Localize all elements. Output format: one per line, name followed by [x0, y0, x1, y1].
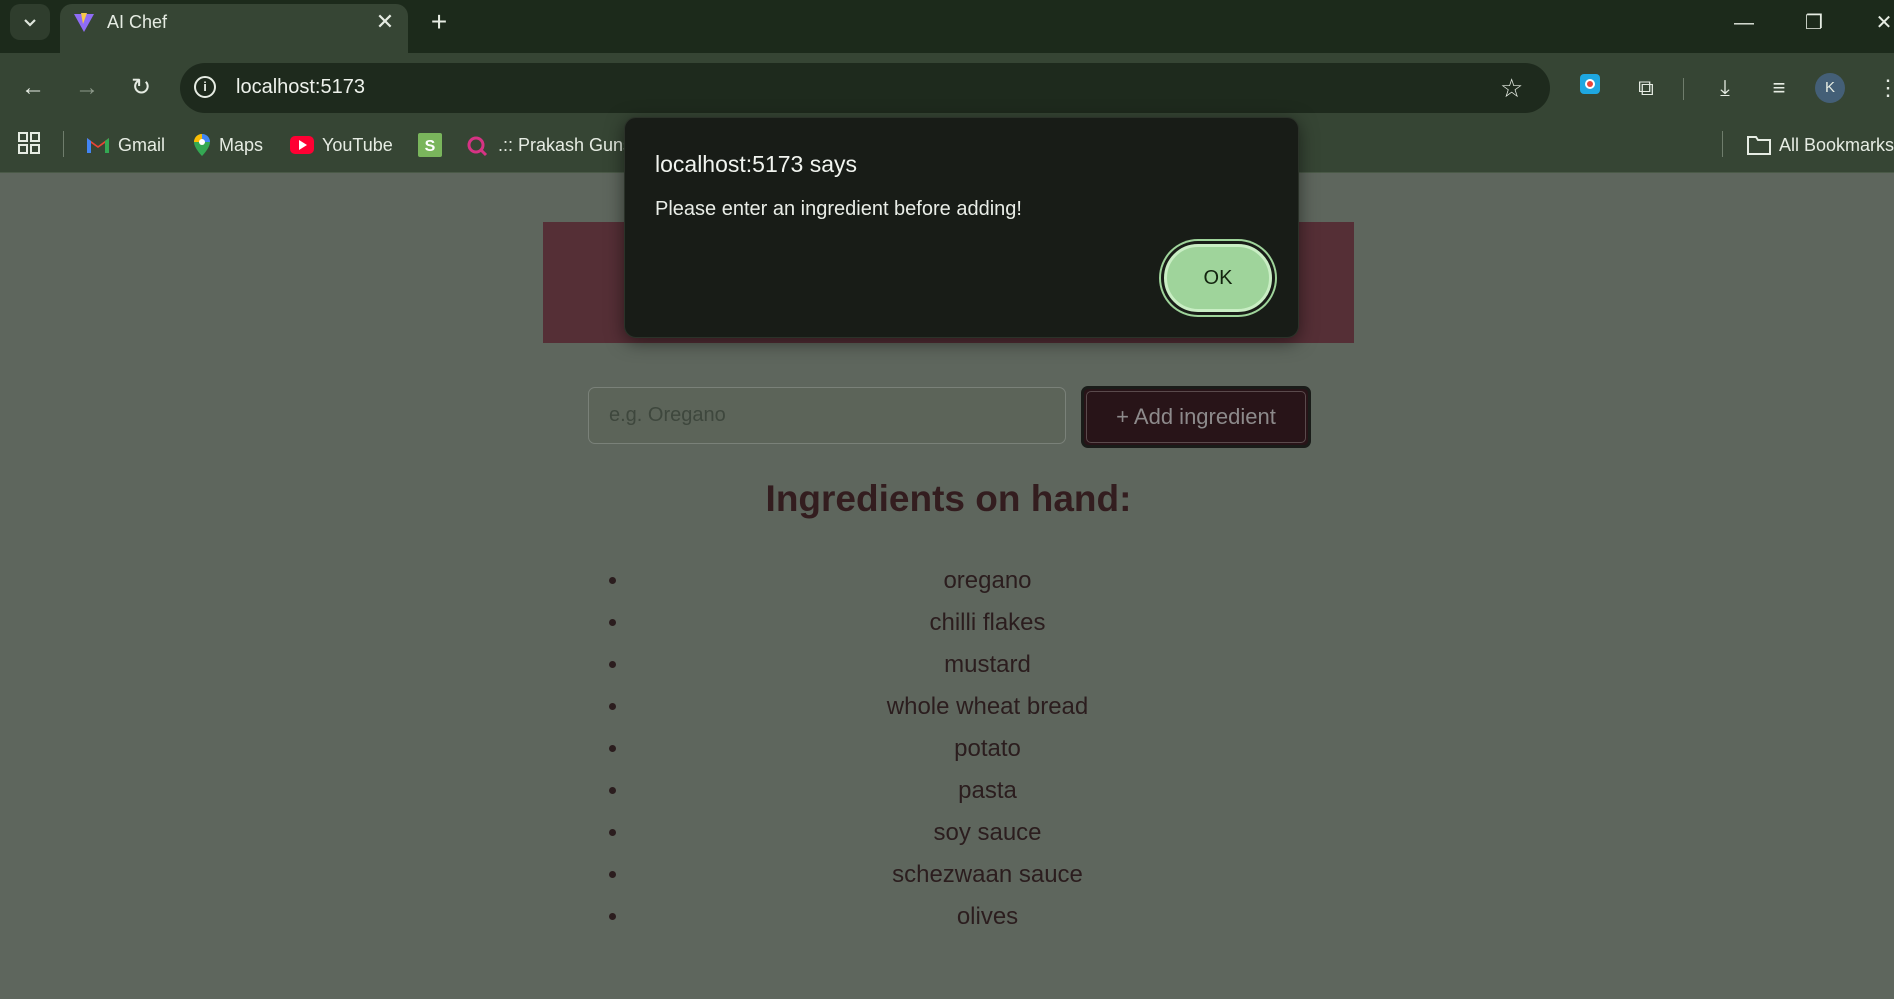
back-arrow-icon[interactable]: ←	[16, 71, 50, 105]
vite-favicon-icon	[74, 13, 94, 32]
shopify-icon: S	[418, 133, 442, 157]
list-item: pasta	[630, 770, 1345, 812]
list-item: schezwaan sauce	[630, 854, 1345, 896]
bookmark-youtube[interactable]: YouTube	[290, 130, 393, 160]
bookmark-label: .:: Prakash Guns	[498, 134, 633, 155]
list-item: potato	[630, 728, 1345, 770]
maps-icon	[194, 134, 210, 156]
new-tab-button[interactable]: +	[424, 8, 454, 38]
reload-icon[interactable]: ↻	[124, 71, 158, 105]
site-info-icon[interactable]: i	[194, 76, 216, 98]
bookmarks-divider	[63, 131, 64, 157]
apps-grid-icon[interactable]	[17, 131, 43, 157]
dialog-title: localhost:5173 says	[655, 151, 858, 177]
all-bookmarks[interactable]: All Bookmarks	[1747, 130, 1894, 160]
tab-title: AI Chef	[107, 12, 168, 32]
youtube-icon	[290, 136, 314, 154]
bookmark-label: YouTube	[322, 134, 393, 155]
bookmark-gmail[interactable]: Gmail	[86, 130, 165, 160]
url-text[interactable]: localhost:5173	[236, 76, 365, 99]
download-icon[interactable]: ⤓	[1709, 72, 1741, 104]
forward-arrow-icon[interactable]: →	[70, 71, 104, 105]
bookmark-prakash-guns[interactable]: .:: Prakash Guns	[466, 130, 632, 160]
ingredients-list: oregano chilli flakes mustard whole whea…	[620, 560, 1345, 938]
tab-search-button[interactable]	[10, 4, 50, 40]
add-ingredient-button[interactable]: + Add ingredient	[1081, 386, 1311, 448]
bookmark-shopify[interactable]: S	[418, 130, 442, 160]
list-item: soy sauce	[630, 812, 1345, 854]
bookmark-maps[interactable]: Maps	[193, 130, 263, 160]
ingredient-input[interactable]	[588, 387, 1066, 444]
gmail-icon	[87, 138, 109, 153]
extension-camera-icon[interactable]	[1574, 72, 1606, 104]
bookmark-label: Gmail	[118, 134, 166, 155]
all-bookmarks-label: All Bookmarks	[1779, 134, 1894, 155]
toolbar-divider	[1683, 78, 1684, 100]
list-item: whole wheat bread	[630, 686, 1345, 728]
bookmark-label: Maps	[219, 134, 264, 155]
close-window-icon[interactable]: ✕	[1864, 8, 1894, 38]
dialog-ok-button[interactable]: OK	[1164, 244, 1272, 312]
tab-close-icon[interactable]: ✕	[372, 9, 398, 35]
address-bar[interactable]	[180, 63, 1550, 113]
list-item: olives	[630, 896, 1345, 938]
site-icon	[467, 136, 488, 157]
restore-icon[interactable]: ❐	[1794, 8, 1834, 38]
list-item: chilli flakes	[630, 602, 1345, 644]
bookmark-star-icon[interactable]: ☆	[1500, 73, 1523, 104]
ingredients-heading: Ingredients on hand:	[765, 478, 1132, 519]
folder-icon	[1747, 136, 1771, 155]
media-queue-icon[interactable]: ≡	[1763, 72, 1795, 104]
list-item: oregano	[630, 560, 1345, 602]
svg-text:S: S	[425, 138, 436, 155]
chevron-down-icon	[24, 19, 36, 27]
profile-avatar[interactable]: K	[1815, 73, 1845, 103]
dialog-message: Please enter an ingredient before adding…	[655, 198, 1022, 220]
menu-kebab-icon[interactable]: ⋮	[1872, 72, 1894, 104]
bookmarks-divider	[1722, 131, 1723, 157]
list-item: mustard	[630, 644, 1345, 686]
minimize-icon[interactable]: —	[1724, 8, 1764, 38]
extensions-puzzle-icon[interactable]: ⧉	[1630, 72, 1662, 104]
